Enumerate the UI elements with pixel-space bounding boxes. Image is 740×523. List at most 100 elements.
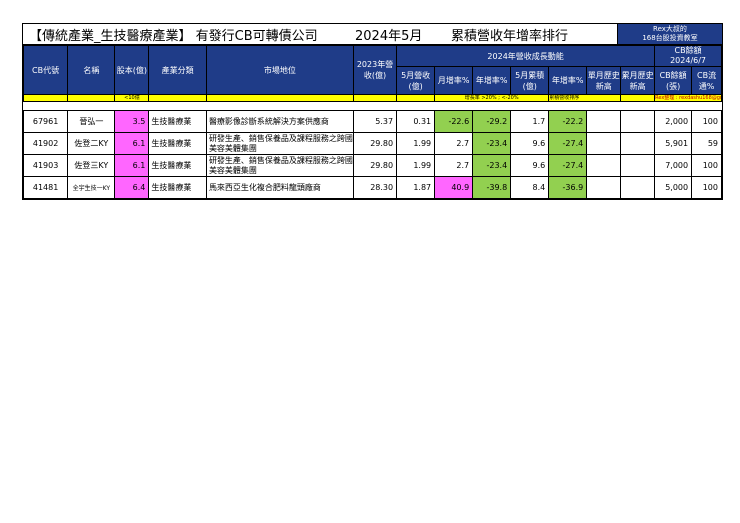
header-cb-balance: CB餘額(張) bbox=[654, 66, 693, 95]
title-row: 【傳統產業_生技醫療產業】 有發行CB可轉債公司 2024年5月 累積營收年增率… bbox=[23, 24, 722, 45]
cell-mom: 40.9 bbox=[434, 176, 474, 199]
cell-industry: 生技醫療業 bbox=[148, 132, 207, 155]
sheet-title: 【傳統產業_生技醫療產業】 有發行CB可轉債公司 2024年5月 累積營收年增率… bbox=[23, 24, 617, 44]
header-mom: 月增率% bbox=[434, 66, 474, 95]
legend-row: <10億 增長率 >20% ; <-20% 累積營收排序 Rex整理 : rex… bbox=[22, 94, 722, 102]
cell-cb-balance: 2,000 bbox=[654, 110, 693, 133]
header-may-cum: 5月累積(億) bbox=[510, 66, 550, 95]
header-yoy: 年增率% bbox=[472, 66, 512, 95]
cell-cb-float: 59 bbox=[691, 132, 722, 155]
cell-position: 醫療影像診斷系統解決方案供應商 bbox=[205, 110, 354, 133]
cell-name: 晉弘一 bbox=[67, 110, 116, 133]
note-growth: 增長率 >20% ; <-20% bbox=[434, 94, 550, 102]
cell-code: 41902 bbox=[22, 132, 69, 155]
cell-may-rev: 1.99 bbox=[396, 154, 436, 177]
cell-yoy: -39.8 bbox=[472, 176, 512, 199]
cell-capital: 6.1 bbox=[114, 132, 150, 155]
cell-industry: 生技醫療業 bbox=[148, 110, 207, 133]
cell-rev2023: 29.80 bbox=[352, 154, 398, 177]
cell-capital: 6.1 bbox=[114, 154, 150, 177]
header-industry: 產業分類 bbox=[148, 45, 207, 95]
table-row: 41481 全宇生技一KY 6.4 生技醫療業 馬來西亞生化複合肥料龍頭廠商 28.30 1… bbox=[22, 176, 722, 199]
header-may-rev: 5月營收(億) bbox=[396, 66, 436, 95]
header-capital: 股本(億) bbox=[114, 45, 150, 95]
cell-cum-yoy: -27.4 bbox=[548, 132, 588, 155]
cell-may-cum: 1.7 bbox=[510, 110, 550, 133]
title-part3: 累積營收年增率排行 bbox=[451, 28, 569, 44]
cell-cb-float: 100 bbox=[691, 154, 722, 177]
rex-brand-box: Rex大叔的 168台股投資教室 bbox=[617, 24, 722, 44]
cell-yoy: -29.2 bbox=[472, 110, 512, 133]
header-cb-group: CB餘額 2024/6/7 bbox=[654, 45, 722, 67]
cell-month-high bbox=[586, 176, 622, 199]
spacer-row bbox=[23, 101, 722, 111]
header-cum-yoy: 年增率% bbox=[548, 66, 588, 95]
note-cum: 累積營收排序 bbox=[548, 94, 622, 102]
cell-cb-balance: 5,901 bbox=[654, 132, 693, 155]
cell-may-rev: 1.99 bbox=[396, 132, 436, 155]
rex-line1: Rex大叔的 bbox=[653, 25, 687, 33]
cell-rev2023: 29.80 bbox=[352, 132, 398, 155]
cell-cum-yoy: -27.4 bbox=[548, 154, 588, 177]
table-row: 67961 晉弘一 3.5 生技醫療業 醫療影像診斷系統解決方案供應商 5.37 0.31-… bbox=[22, 110, 722, 133]
cb-table: CB代號 名稱 股本(億) 產業分類 市場地位 2023年營收(億) 2024年… bbox=[22, 45, 722, 199]
table-row: 41903 佐登三KY 6.1 生技醫療業 研發生產、銷售保養品及課程服務之跨國美容美體… bbox=[22, 154, 722, 177]
cell-cb-balance: 5,000 bbox=[654, 176, 693, 199]
cell-position: 研發生產、銷售保養品及課程服務之跨國美容美體集團 bbox=[205, 154, 354, 177]
cell-code: 41903 bbox=[22, 154, 69, 177]
cell-cb-balance: 7,000 bbox=[654, 154, 693, 177]
header-cum-high: 累月歷史新高 bbox=[620, 66, 656, 95]
cell-may-cum: 9.6 bbox=[510, 154, 550, 177]
cell-industry: 生技醫療業 bbox=[148, 154, 207, 177]
cell-cum-high bbox=[620, 154, 656, 177]
cell-code: 67961 bbox=[22, 110, 69, 133]
header-rev2023: 2023年營收(億) bbox=[352, 45, 398, 95]
cell-capital: 6.4 bbox=[114, 176, 150, 199]
cell-code: 41481 bbox=[22, 176, 69, 199]
cell-cum-yoy: -22.2 bbox=[548, 110, 588, 133]
table-row: 41902 佐登二KY 6.1 生技醫療業 研發生產、銷售保養品及課程服務之跨國美容美體… bbox=[22, 132, 722, 155]
cell-month-high bbox=[586, 132, 622, 155]
cell-industry: 生技醫療業 bbox=[148, 176, 207, 199]
header-cb-title: CB餘額 bbox=[674, 46, 702, 56]
header-name: 名稱 bbox=[67, 45, 116, 95]
cell-cb-float: 100 bbox=[691, 176, 722, 199]
cell-month-high bbox=[586, 110, 622, 133]
title-part1: 【傳統產業_生技醫療產業】 有發行CB可轉債公司 bbox=[29, 28, 318, 44]
cell-rev2023: 5.37 bbox=[352, 110, 398, 133]
rex-line2: 168台股投資教室 bbox=[642, 34, 698, 42]
cell-position: 馬來西亞生化複合肥料龍頭廠商 bbox=[205, 176, 354, 199]
data-body: 67961 晉弘一 3.5 生技醫療業 醫療影像診斷系統解決方案供應商 5.37 0.31-… bbox=[22, 110, 722, 199]
cell-cum-yoy: -36.9 bbox=[548, 176, 588, 199]
cell-mom: 2.7 bbox=[434, 132, 474, 155]
cell-rev2023: 28.30 bbox=[352, 176, 398, 199]
cell-name: 佐登三KY bbox=[67, 154, 116, 177]
cell-position: 研發生產、銷售保養品及課程服務之跨國美容美體集團 bbox=[205, 132, 354, 155]
cell-capital: 3.5 bbox=[114, 110, 150, 133]
note-rex: Rex整理 : rexdashu168@gmail.com bbox=[654, 94, 722, 102]
header-position: 市場地位 bbox=[205, 45, 354, 95]
header-code: CB代號 bbox=[22, 45, 69, 95]
cell-yoy: -23.4 bbox=[472, 154, 512, 177]
cell-may-cum: 8.4 bbox=[510, 176, 550, 199]
header-cb-float: CB流通% bbox=[691, 66, 722, 95]
cell-cb-float: 100 bbox=[691, 110, 722, 133]
cell-may-rev: 0.31 bbox=[396, 110, 436, 133]
cell-may-rev: 1.87 bbox=[396, 176, 436, 199]
cell-name: 佐登二KY bbox=[67, 132, 116, 155]
title-part2: 2024年5月 bbox=[355, 28, 423, 44]
cell-mom: -22.6 bbox=[434, 110, 474, 133]
cell-may-cum: 9.6 bbox=[510, 132, 550, 155]
header-month-high: 單月歷史新高 bbox=[586, 66, 622, 95]
revenue-ranking-sheet: 【傳統產業_生技醫療產業】 有發行CB可轉債公司 2024年5月 累積營收年增率… bbox=[22, 23, 723, 200]
header-growth-group: 2024年營收成長動能 bbox=[396, 45, 656, 67]
cell-cum-high bbox=[620, 132, 656, 155]
cell-name: 全宇生技一KY bbox=[67, 176, 116, 199]
cell-mom: 2.7 bbox=[434, 154, 474, 177]
note-capital: <10億 bbox=[114, 94, 150, 102]
cell-cum-high bbox=[620, 176, 656, 199]
cell-month-high bbox=[586, 154, 622, 177]
cell-cum-high bbox=[620, 110, 656, 133]
header-cb-date: 2024/6/7 bbox=[670, 56, 707, 65]
cell-yoy: -23.4 bbox=[472, 132, 512, 155]
